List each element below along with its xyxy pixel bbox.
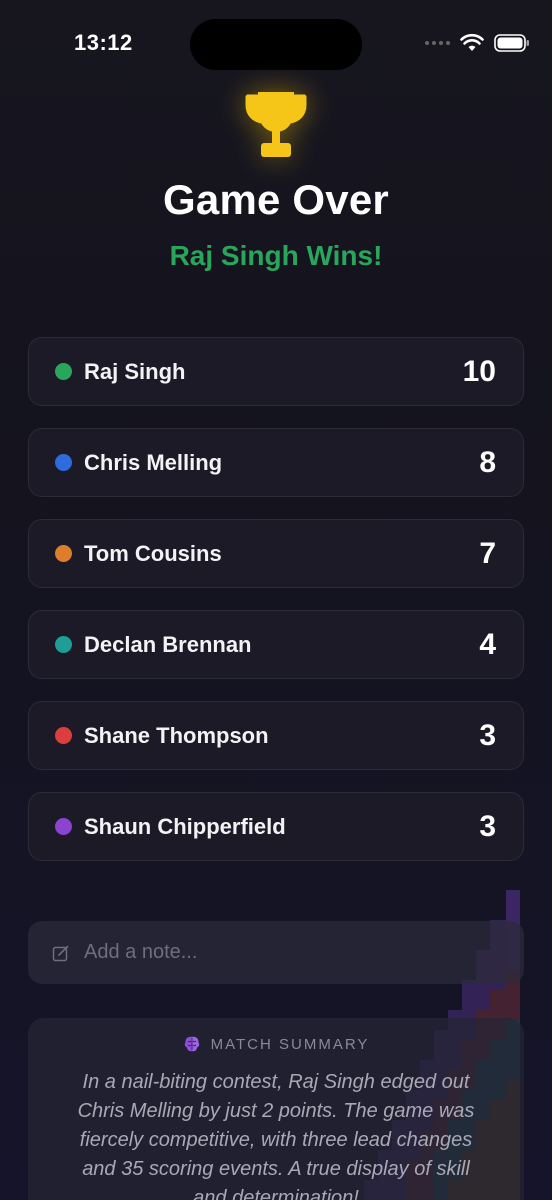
summary-label: MATCH SUMMARY xyxy=(210,1035,370,1053)
summary-text: In a nail-biting contest, Raj Singh edge… xyxy=(77,1071,475,1200)
player-score: 10 xyxy=(462,354,496,388)
player-name: Tom Cousins xyxy=(84,540,222,566)
winner-text: Raj Singh Wins! xyxy=(169,240,383,271)
battery-icon xyxy=(494,34,530,52)
summary-header: MATCH SUMMARY xyxy=(28,1035,524,1053)
status-icons xyxy=(425,34,530,52)
player-score: 8 xyxy=(479,445,496,479)
edit-note-icon xyxy=(52,945,69,961)
note-input[interactable]: Add a note... xyxy=(28,921,524,984)
player-score: 3 xyxy=(479,718,496,752)
status-time: 13:12 xyxy=(74,30,133,55)
note-placeholder: Add a note... xyxy=(84,941,198,963)
player-color-dot xyxy=(55,636,72,653)
player-color-dot xyxy=(55,454,72,471)
player-color-dot xyxy=(55,363,72,380)
wifi-icon xyxy=(460,34,484,52)
player-row: Raj Singh 10 xyxy=(28,337,524,406)
page-title: Game Over xyxy=(163,176,389,223)
player-name: Raj Singh xyxy=(84,358,186,384)
player-list: Raj Singh 10 Chris Melling 8 Tom Cousins… xyxy=(28,337,524,883)
player-color-dot xyxy=(55,727,72,744)
player-name: Chris Melling xyxy=(84,449,223,475)
player-row: Tom Cousins 7 xyxy=(28,519,524,588)
player-name: Declan Brennan xyxy=(84,631,252,657)
player-score: 3 xyxy=(479,809,496,843)
player-color-dot xyxy=(55,818,72,835)
dynamic-island xyxy=(190,19,362,70)
brain-icon xyxy=(184,1036,199,1052)
player-row: Chris Melling 8 xyxy=(28,428,524,497)
cellular-signal-icon xyxy=(425,41,450,45)
player-name: Shane Thompson xyxy=(84,722,269,748)
trophy-icon xyxy=(244,88,308,160)
player-name: Shaun Chipperfield xyxy=(84,813,286,839)
player-row: Shaun Chipperfield 3 xyxy=(28,792,524,861)
player-score: 7 xyxy=(479,536,496,570)
match-summary-card: MATCH SUMMARY In a nail-biting contest, … xyxy=(28,1018,524,1200)
player-row: Declan Brennan 4 xyxy=(28,610,524,679)
player-score: 4 xyxy=(479,627,496,661)
player-row: Shane Thompson 3 xyxy=(28,701,524,770)
player-color-dot xyxy=(55,545,72,562)
game-over-screen: 13:12 Game Over Raj Singh Wins! Raj Sing… xyxy=(0,0,552,1200)
